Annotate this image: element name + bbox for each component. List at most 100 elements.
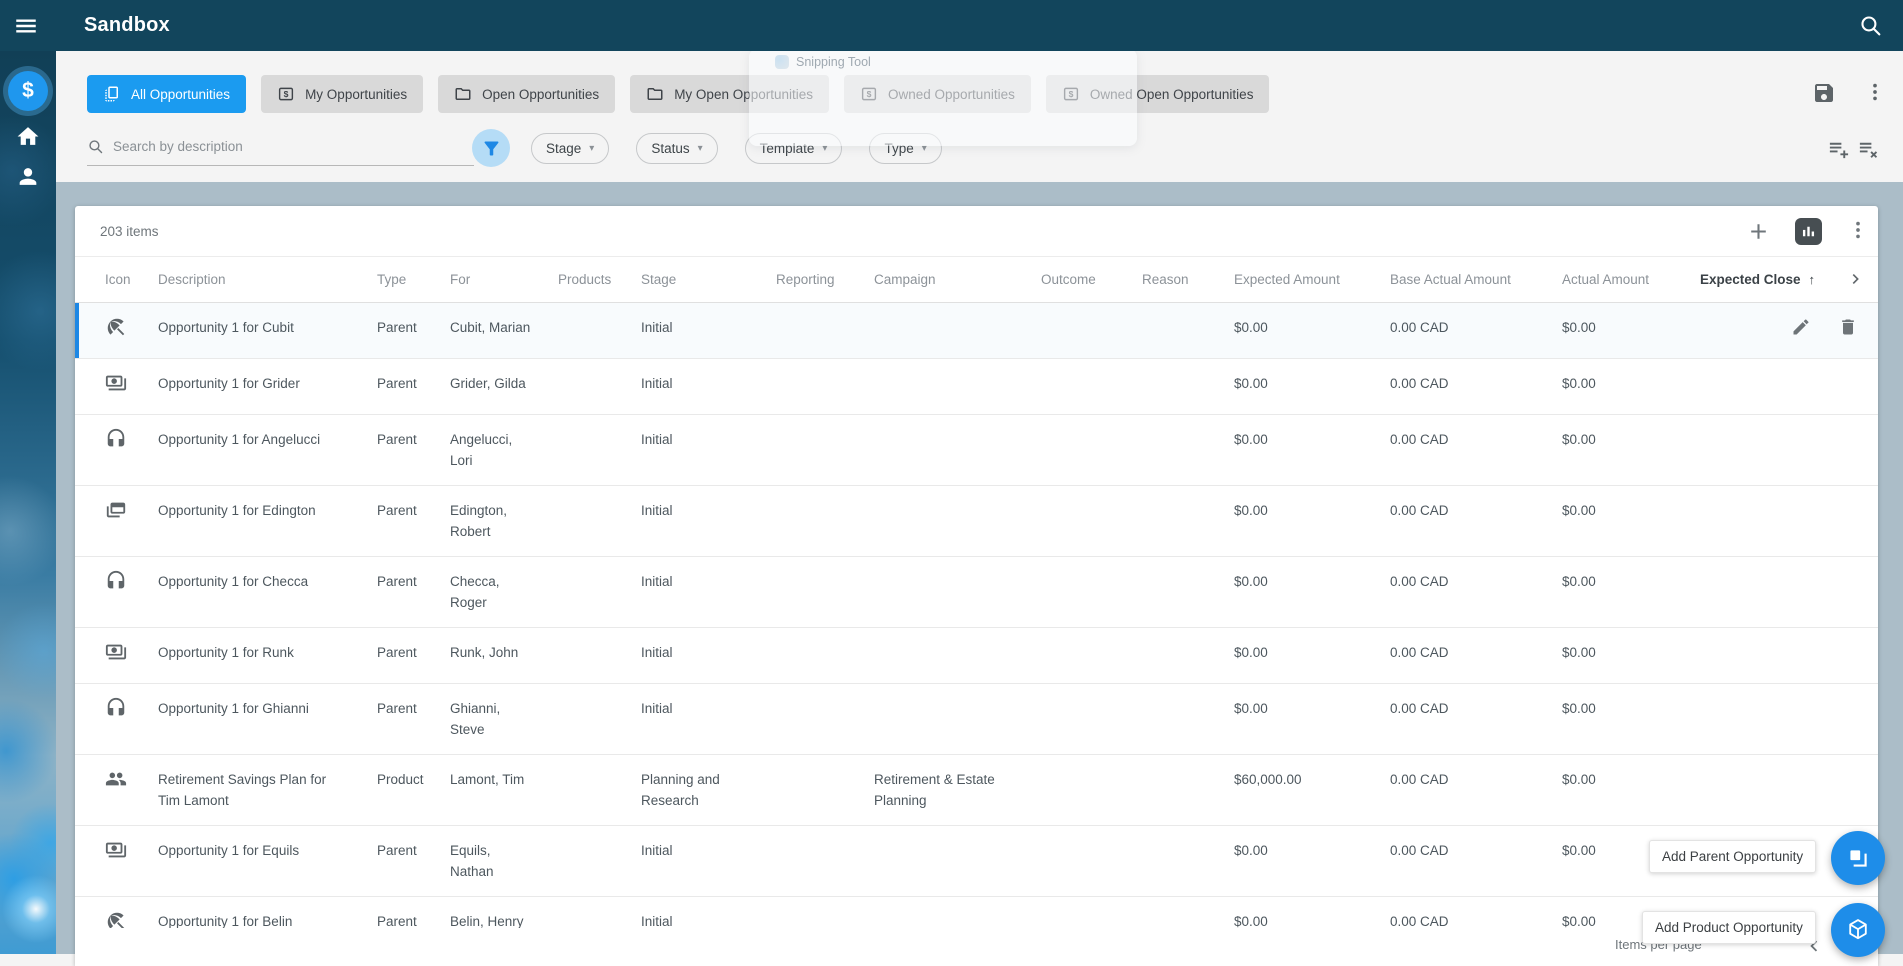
cell-outcome (1041, 358, 1142, 415)
delete-row-icon[interactable] (1838, 317, 1858, 337)
cell-for: Ghianni, Steve (450, 683, 558, 755)
cell-stage: Initial (641, 302, 776, 359)
cell-products (558, 302, 641, 359)
cell-reason (1142, 556, 1234, 628)
table-row[interactable]: Opportunity 1 for Equils Parent Equils, Na… (75, 825, 1878, 897)
table-row[interactable]: Opportunity 1 for Runk Parent Runk, John In… (75, 627, 1878, 684)
cell-type: Parent (377, 825, 450, 897)
column-header-for[interactable]: For (450, 257, 558, 303)
cell-reporting (776, 302, 874, 359)
chevron-down-icon: ▾ (697, 143, 703, 154)
dollar-box-icon: $ (861, 87, 877, 101)
cell-for: Grider, Gilda (450, 358, 558, 415)
home-icon[interactable] (16, 124, 41, 149)
cell-for: Checca, Roger (450, 556, 558, 628)
column-header-outcome[interactable]: Outcome (1041, 257, 1142, 303)
cell-icon (75, 485, 158, 557)
cell-base-actual-amount: 0.00 CAD (1390, 825, 1562, 897)
add-product-opportunity-fab[interactable] (1831, 903, 1885, 957)
add-icon[interactable] (1746, 219, 1771, 244)
column-header-reason[interactable]: Reason (1142, 257, 1234, 303)
add-parent-opportunity-tooltip: Add Parent Opportunity (1649, 840, 1817, 873)
table-row[interactable]: Opportunity 1 for Angelucci Parent Angeluc… (75, 414, 1878, 486)
table-options-kebab-icon[interactable] (1847, 219, 1869, 244)
table-row[interactable]: Opportunity 1 for Checca Parent Checca, Ro… (75, 556, 1878, 628)
cell-icon (75, 683, 158, 755)
cell-expected-close (1700, 302, 1878, 359)
cell-description: Opportunity 1 for Edington (158, 485, 377, 557)
view-chip-my-open-opportunities[interactable]: My Open Opportunities (630, 75, 830, 113)
cell-products (558, 556, 641, 628)
add-filter-row-icon[interactable] (1827, 138, 1850, 161)
cell-expected-close (1700, 556, 1878, 628)
cell-stage: Initial (641, 414, 776, 486)
view-chip-open-opportunities[interactable]: Open Opportunities (438, 75, 616, 113)
column-header-stage[interactable]: Stage (641, 257, 776, 303)
cell-expected-close (1700, 358, 1878, 415)
cell-stage: Initial (641, 485, 776, 557)
cell-description: Opportunity 1 for Runk (158, 627, 377, 684)
sort-asc-arrow-icon: ↑ (1808, 271, 1816, 287)
cell-stage: Initial (641, 358, 776, 415)
search-input[interactable] (113, 139, 474, 154)
cell-products (558, 627, 641, 684)
table-row[interactable]: Retirement Savings Plan for Tim Lamont Pr… (75, 754, 1878, 826)
description-search (87, 128, 474, 166)
cell-reporting (776, 825, 874, 897)
column-header-type[interactable]: Type (377, 257, 450, 303)
view-chip-label: Open Opportunities (482, 86, 600, 102)
cell-expected-close (1700, 754, 1878, 826)
view-chip-owned-opportunities[interactable]: $ Owned Opportunities (844, 75, 1031, 113)
view-chip-all-opportunities[interactable]: All Opportunities (87, 75, 247, 113)
top-app-bar: Sandbox (0, 0, 1903, 51)
view-chip-owned-open-opportunities[interactable]: $ Owned Open Opportunities (1045, 75, 1270, 113)
cell-campaign (874, 302, 1041, 359)
column-header-base-actual-amount[interactable]: Base Actual Amount (1390, 257, 1562, 303)
view-chip-my-opportunities[interactable]: $ My Opportunities (261, 75, 424, 113)
filter-dropdown-stage[interactable]: Stage ▾ (531, 133, 610, 164)
column-header-label: Expected Close (1700, 271, 1801, 287)
filter-dropdown-type[interactable]: Type ▾ (869, 133, 942, 164)
filter-dropdown-status[interactable]: Status ▾ (636, 133, 718, 164)
cell-actual-amount: $0.00 (1562, 358, 1700, 415)
cell-for: Cubit, Marian (450, 302, 558, 359)
menu-icon[interactable] (13, 13, 39, 39)
add-parent-opportunity-fab[interactable] (1831, 831, 1885, 885)
view-options-kebab-icon[interactable] (1864, 81, 1886, 105)
cell-for: Runk, John (450, 627, 558, 684)
cell-reason (1142, 414, 1234, 486)
profile-icon[interactable] (16, 164, 41, 189)
cell-description: Opportunity 1 for Grider (158, 358, 377, 415)
cell-icon (75, 414, 158, 486)
filter-dropdown-label: Type (884, 141, 914, 156)
table-row[interactable]: Opportunity 1 for Edington Parent Edington… (75, 485, 1878, 557)
chevron-down-icon: ▾ (589, 143, 595, 154)
cell-reporting (776, 485, 874, 557)
filter-funnel-button[interactable] (472, 129, 510, 167)
chart-view-button[interactable] (1795, 218, 1822, 245)
column-header-icon[interactable]: Icon (75, 257, 158, 303)
table-row[interactable]: Opportunity 1 for Ghianni Parent Ghianni, … (75, 683, 1878, 755)
cell-for: Angelucci, Lori (450, 414, 558, 486)
column-header-actual-amount[interactable]: Actual Amount (1562, 257, 1700, 303)
edit-row-icon[interactable] (1791, 317, 1811, 337)
column-header-expected-amount[interactable]: Expected Amount (1234, 257, 1390, 303)
save-view-icon[interactable] (1812, 81, 1836, 105)
search-icon[interactable] (1858, 13, 1883, 38)
column-header-description[interactable]: Description (158, 257, 377, 303)
cell-expected-amount: $0.00 (1234, 302, 1390, 359)
clear-filters-icon[interactable] (1857, 138, 1880, 161)
opportunities-table-card: 203 items Icon Description Type For Products… (75, 206, 1878, 966)
cell-actual-amount: $0.00 (1562, 302, 1700, 359)
filter-dropdown-template[interactable]: Template ▾ (744, 133, 843, 164)
column-header-products[interactable]: Products (558, 257, 641, 303)
table-row[interactable]: Opportunity 1 for Grider Parent Grider, Gi… (75, 358, 1878, 415)
column-header-reporting[interactable]: Reporting (776, 257, 874, 303)
column-header-expected-close[interactable]: Expected Close ↑ (1700, 257, 1878, 303)
cell-icon (75, 556, 158, 628)
cell-reason (1142, 302, 1234, 359)
table-row[interactable]: Opportunity 1 for Cubit Parent Cubit, Mari… (75, 302, 1878, 359)
column-header-campaign[interactable]: Campaign (874, 257, 1041, 303)
scroll-columns-right-icon[interactable] (1846, 269, 1866, 289)
opportunities-nav-icon[interactable]: $ (8, 71, 48, 111)
